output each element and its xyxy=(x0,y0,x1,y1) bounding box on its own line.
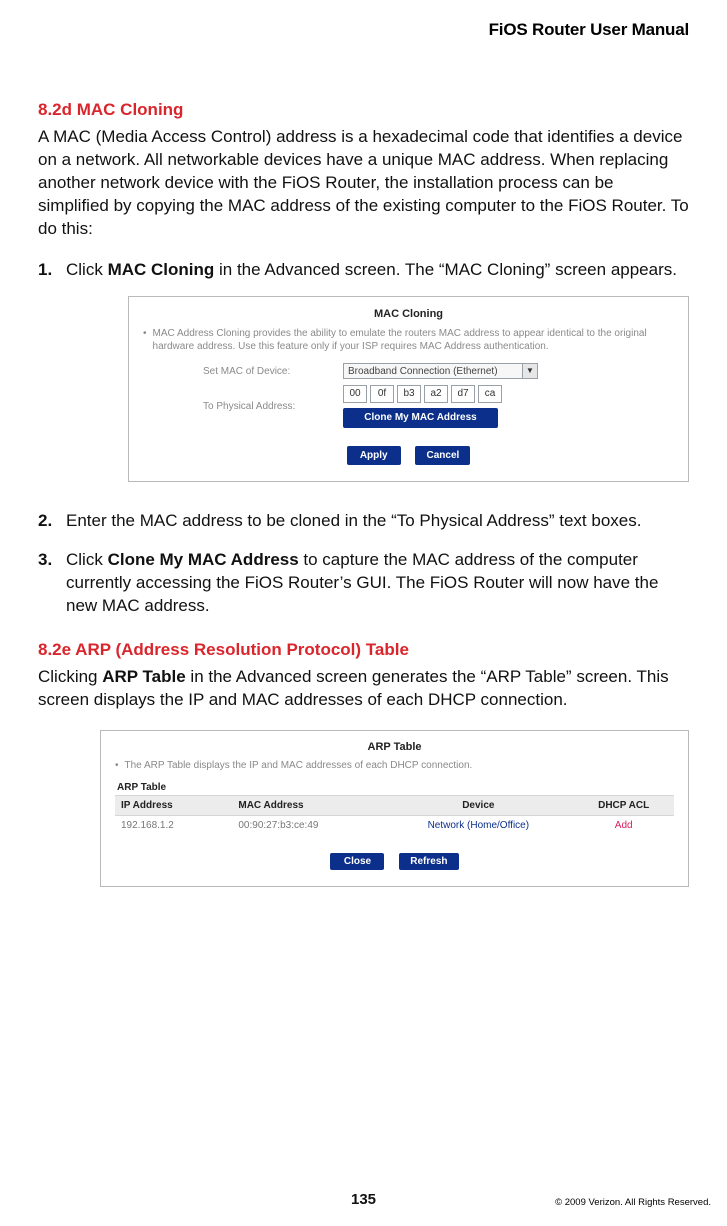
label-set-mac: Set MAC of Device: xyxy=(143,365,343,379)
arp-intro-pre: Clicking xyxy=(38,667,102,686)
section-heading-mac-cloning: 8.2d MAC Cloning xyxy=(38,100,689,120)
col-mac: MAC Address xyxy=(232,796,383,816)
mac-octet-input[interactable]: d7 xyxy=(451,385,475,403)
step-3: Click Clone My MAC Address to capture th… xyxy=(38,549,689,618)
step1-text-pre: Click xyxy=(66,260,108,279)
intro-arp: Clicking ARP Table in the Advanced scree… xyxy=(38,666,689,712)
mac-octet-input[interactable]: ca xyxy=(478,385,502,403)
mac-octet-inputs: 00 0f b3 a2 d7 ca xyxy=(343,385,502,403)
arp-table-panel: ARP Table • The ARP Table displays the I… xyxy=(100,730,689,887)
mac-panel-note: • MAC Address Cloning provides the abili… xyxy=(143,327,674,353)
col-device: Device xyxy=(383,796,573,816)
col-acl: DHCP ACL xyxy=(573,796,674,816)
device-link[interactable]: Network (Home/Office) xyxy=(428,820,530,831)
device-select[interactable]: Broadband Connection (Ethernet) ▼ xyxy=(343,363,538,379)
cancel-button[interactable]: Cancel xyxy=(415,446,470,466)
arp-panel-note: • The ARP Table displays the IP and MAC … xyxy=(115,759,674,772)
mac-octet-input[interactable]: b3 xyxy=(397,385,421,403)
table-row: 192.168.1.2 00:90:27:b3:ce:49 Network (H… xyxy=(115,816,674,836)
col-ip: IP Address xyxy=(115,796,232,816)
refresh-button[interactable]: Refresh xyxy=(399,853,458,870)
step2-text: Enter the MAC address to be cloned in th… xyxy=(66,511,641,530)
step3-text-pre: Click xyxy=(66,550,108,569)
mac-octet-input[interactable]: 00 xyxy=(343,385,367,403)
arp-panel-title: ARP Table xyxy=(115,741,674,753)
document-header: FiOS Router User Manual xyxy=(38,20,689,40)
mac-panel-title: MAC Cloning xyxy=(143,307,674,322)
arp-intro-bold: ARP Table xyxy=(102,667,185,686)
mac-panel-note-text: MAC Address Cloning provides the ability… xyxy=(153,327,674,353)
arp-panel-actions: Close Refresh xyxy=(115,853,674,870)
section-heading-arp: 8.2e ARP (Address Resolution Protocol) T… xyxy=(38,640,689,660)
close-button[interactable]: Close xyxy=(330,853,384,870)
bullet-icon: • xyxy=(115,759,119,772)
step1-text-post: in the Advanced screen. The “MAC Cloning… xyxy=(214,260,677,279)
cell-mac: 00:90:27:b3:ce:49 xyxy=(232,816,383,836)
mac-cloning-panel: MAC Cloning • MAC Address Cloning provid… xyxy=(128,296,689,483)
step3-text-bold: Clone My MAC Address xyxy=(108,550,299,569)
add-acl-link[interactable]: Add xyxy=(615,820,633,831)
step-2: Enter the MAC address to be cloned in th… xyxy=(38,510,689,533)
steps-list: Click MAC Cloning in the Advanced screen… xyxy=(38,259,689,619)
device-select-value: Broadband Connection (Ethernet) xyxy=(348,365,498,379)
apply-button[interactable]: Apply xyxy=(347,446,401,466)
bullet-icon: • xyxy=(143,327,147,353)
mac-octet-input[interactable]: 0f xyxy=(370,385,394,403)
cell-ip: 192.168.1.2 xyxy=(115,816,232,836)
mac-octet-input[interactable]: a2 xyxy=(424,385,448,403)
clone-my-mac-button[interactable]: Clone My MAC Address xyxy=(343,408,498,428)
chevron-down-icon: ▼ xyxy=(522,364,537,378)
copyright: © 2009 Verizon. All Rights Reserved. xyxy=(555,1197,711,1208)
step1-text-bold: MAC Cloning xyxy=(108,260,215,279)
arp-table-header-row: IP Address MAC Address Device DHCP ACL xyxy=(115,796,674,816)
arp-panel-note-text: The ARP Table displays the IP and MAC ad… xyxy=(125,759,473,772)
arp-subhead: ARP Table xyxy=(117,782,674,793)
mac-panel-actions: Apply Cancel xyxy=(143,446,674,466)
step-1: Click MAC Cloning in the Advanced screen… xyxy=(38,259,689,483)
intro-mac-cloning: A MAC (Media Access Control) address is … xyxy=(38,126,689,241)
label-to-physical: To Physical Address: xyxy=(143,400,343,414)
arp-table: IP Address MAC Address Device DHCP ACL 1… xyxy=(115,795,674,835)
